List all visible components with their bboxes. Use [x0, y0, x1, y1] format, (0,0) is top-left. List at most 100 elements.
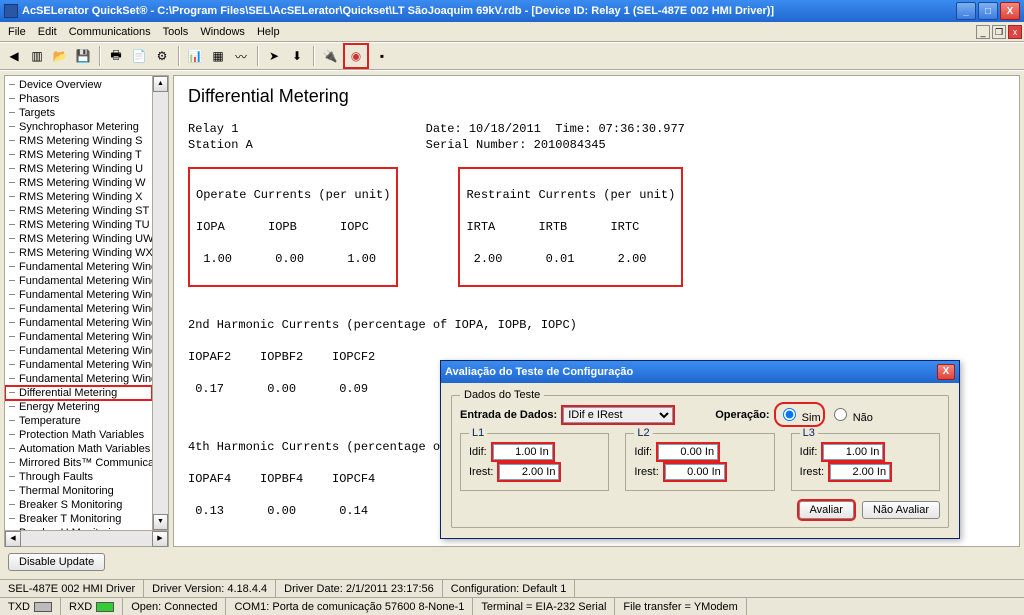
avaliar-button[interactable]: Avaliar [799, 501, 854, 519]
tree-item[interactable]: Targets [5, 106, 152, 120]
status-rxd: RXD [61, 598, 123, 615]
tree-item[interactable]: Fundamental Metering Winding X [5, 316, 152, 330]
L1-irest-input[interactable] [499, 464, 559, 480]
tree-item[interactable]: Automation Math Variables [5, 442, 152, 456]
toolbar-recv-icon[interactable]: ⬇ [287, 46, 307, 66]
station-info-line: Station A Serial Number: 2010084345 [188, 137, 1005, 153]
mdi-restore[interactable]: ❐ [992, 25, 1006, 39]
tree-item[interactable]: Fundamental Metering Winding S [5, 260, 152, 274]
toolbar-send-icon[interactable]: ➤ [264, 46, 284, 66]
tree-item[interactable]: Breaker T Monitoring [5, 512, 152, 526]
L2-idif-input[interactable] [658, 444, 718, 460]
toolbar-terminal-icon[interactable]: ▪ [372, 46, 392, 66]
radio-sim-highlight: Sim [776, 404, 823, 425]
tree-item[interactable]: Protection Math Variables [5, 428, 152, 442]
status-driver: SEL-487E 002 HMI Driver [0, 580, 144, 597]
radio-nao[interactable] [834, 408, 847, 421]
disable-update-button[interactable]: Disable Update [8, 553, 105, 571]
tree-item[interactable]: Synchrophasor Metering [5, 120, 152, 134]
tree-item[interactable]: Differential Metering [5, 386, 152, 400]
tree-item[interactable]: RMS Metering Winding S [5, 134, 152, 148]
tree-item[interactable]: Fundamental Metering Winding W [5, 372, 152, 386]
tree-item[interactable]: Fundamental Metering Winding TU [5, 344, 152, 358]
tree-item[interactable]: Mirrored Bits™ Communications A [5, 456, 152, 470]
scroll-up-icon[interactable]: ▲ [153, 76, 168, 92]
disable-update-area: Disable Update [0, 551, 1024, 579]
toolbar-doc-icon[interactable]: 📄 [129, 46, 149, 66]
statusbar-1: SEL-487E 002 HMI Driver Driver Version: … [0, 579, 1024, 597]
menu-windows[interactable]: Windows [194, 24, 251, 40]
operate-currents-box: Operate Currents (per unit) IOPA IOPB IO… [188, 167, 398, 287]
toolbar-grid-icon[interactable]: ▦ [208, 46, 228, 66]
toolbar-chart-icon[interactable]: 📊 [185, 46, 205, 66]
tree-item[interactable]: Fundamental Metering Winding UW [5, 358, 152, 372]
toolbar-open-icon[interactable]: 📂 [50, 46, 70, 66]
tree-item[interactable]: Breaker S Monitoring [5, 498, 152, 512]
tree-item[interactable]: Thermal Monitoring [5, 484, 152, 498]
tree-item[interactable]: RMS Metering Winding WX [5, 246, 152, 260]
tree-item[interactable]: Fundamental Metering Winding ST [5, 330, 152, 344]
tree-item[interactable]: Breaker U Monitoring [5, 526, 152, 530]
L3-irest-input[interactable] [830, 464, 890, 480]
tree-item[interactable]: RMS Metering Winding UW [5, 232, 152, 246]
tree-item[interactable]: RMS Metering Winding T [5, 148, 152, 162]
menu-edit[interactable]: Edit [32, 24, 63, 40]
toolbar-connect-icon[interactable]: 🔌 [320, 46, 340, 66]
tree-hscrollbar[interactable]: ◀ ▶ [5, 530, 168, 546]
menu-communications[interactable]: Communications [63, 24, 157, 40]
entrada-combo[interactable]: IDif e IRest [563, 407, 673, 423]
tree-item[interactable]: Device Overview [5, 78, 152, 92]
scroll-down-icon[interactable]: ▼ [153, 514, 168, 530]
tree-item[interactable]: RMS Metering Winding U [5, 162, 152, 176]
tree-item[interactable]: Energy Metering [5, 400, 152, 414]
dialog-close-icon[interactable]: X [937, 364, 955, 380]
mdi-close[interactable]: x [1008, 25, 1022, 39]
titlebar: AcSELerator QuickSet® - C:\Program Files… [0, 0, 1024, 22]
tree-item[interactable]: Temperature [5, 414, 152, 428]
menu-tools[interactable]: Tools [157, 24, 195, 40]
close-button[interactable]: X [1000, 2, 1020, 20]
mdi-controls: _ ❐ x [976, 25, 1022, 39]
radio-sim[interactable] [783, 408, 796, 421]
toolbar-print-icon[interactable]: 🖶 [106, 46, 126, 66]
toolbar-hmi-icon[interactable]: ◉ [346, 46, 366, 66]
tree-vscrollbar[interactable]: ▲ ▼ [152, 76, 168, 530]
tree-item[interactable]: RMS Metering Winding W [5, 176, 152, 190]
tree-item[interactable]: Through Faults [5, 470, 152, 484]
window-title: AcSELerator QuickSet® - C:\Program Files… [22, 5, 774, 17]
hscroll-track[interactable] [21, 531, 152, 546]
toolbar-back-icon[interactable]: ◀ [4, 46, 24, 66]
tree-item[interactable]: Fundamental Metering Winding T [5, 274, 152, 288]
minimize-button[interactable]: _ [956, 2, 976, 20]
scroll-right-icon[interactable]: ▶ [152, 531, 168, 547]
tree-item[interactable]: RMS Metering Winding TU [5, 218, 152, 232]
toolbar-save-icon[interactable]: 💾 [73, 46, 93, 66]
tree-item[interactable]: Phasors [5, 92, 152, 106]
L1-idif-input[interactable] [493, 444, 553, 460]
mdi-minimize[interactable]: _ [976, 25, 990, 39]
scroll-track[interactable] [153, 92, 168, 514]
operate-cols: IOPA IOPB IOPC [196, 220, 369, 234]
L2-irest-input[interactable] [665, 464, 725, 480]
tree-item[interactable]: Fundamental Metering Winding W [5, 302, 152, 316]
tree-item[interactable]: Fundamental Metering Winding U [5, 288, 152, 302]
status-driver-date: Driver Date: 2/1/2011 23:17:56 [276, 580, 443, 597]
maximize-button[interactable]: □ [978, 2, 998, 20]
scroll-left-icon[interactable]: ◀ [5, 531, 21, 547]
nao-avaliar-button[interactable]: Não Avaliar [862, 501, 940, 519]
L3-idif-input[interactable] [823, 444, 883, 460]
menu-help[interactable]: Help [251, 24, 286, 40]
status-terminal: Terminal = EIA-232 Serial [473, 598, 615, 615]
toolbar-settings-icon[interactable]: ⚙ [152, 46, 172, 66]
dialog-titlebar: Avaliação do Teste de Configuração X [441, 361, 959, 383]
status-configuration: Configuration: Default 1 [443, 580, 576, 597]
toolbar-new-icon[interactable]: ▥ [27, 46, 47, 66]
menu-file[interactable]: File [2, 24, 32, 40]
application-window: AcSELerator QuickSet® - C:\Program Files… [0, 0, 1024, 615]
toolbar-wave-icon[interactable]: 〰 [231, 46, 251, 66]
tree-item[interactable]: RMS Metering Winding X [5, 190, 152, 204]
h5-block: 5th Harmonic Currents (percentage of IOP… [188, 545, 1005, 547]
tree-item[interactable]: RMS Metering Winding ST [5, 204, 152, 218]
dados-do-teste-group: Dados do Teste Entrada de Dados: IDif e … [451, 395, 949, 528]
tree-pane: Device OverviewPhasorsTargetsSynchrophas… [4, 75, 169, 547]
